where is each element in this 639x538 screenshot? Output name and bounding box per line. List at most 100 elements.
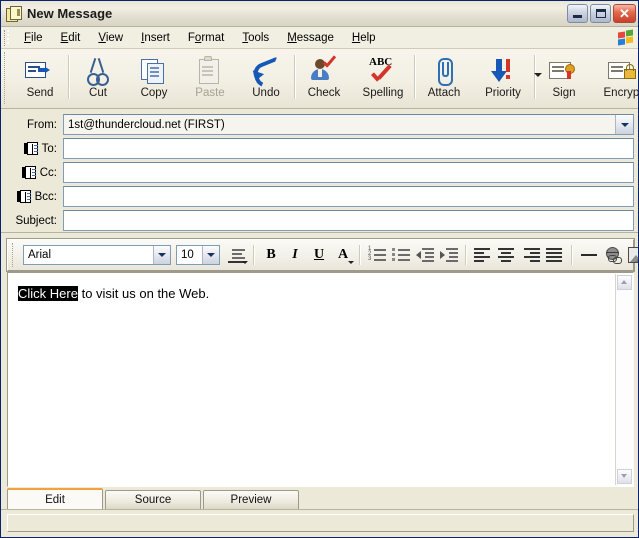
- undo-icon: [249, 56, 287, 91]
- bold-button[interactable]: B: [259, 243, 283, 267]
- title-bar: New Message ✕: [1, 1, 638, 27]
- maximize-button[interactable]: [590, 4, 611, 23]
- cut-button[interactable]: Cut: [70, 51, 126, 105]
- menu-edit[interactable]: Edit: [52, 29, 90, 47]
- undo-button[interactable]: Undo: [238, 51, 294, 105]
- format-separator: [359, 245, 361, 265]
- decrease-indent-icon: [416, 247, 434, 263]
- encrypt-button-label: Encrypt: [603, 87, 639, 99]
- horizontal-rule-button[interactable]: [577, 243, 601, 267]
- menu-message[interactable]: Message: [278, 29, 343, 47]
- selected-text[interactable]: Click Here: [18, 286, 78, 301]
- encrypt-button[interactable]: Encrypt: [592, 51, 639, 105]
- font-family-dropdown-arrow-icon[interactable]: [153, 246, 170, 264]
- decrease-indent-button[interactable]: [413, 243, 437, 267]
- priority-icon: [487, 56, 519, 86]
- cc-field[interactable]: [63, 162, 634, 183]
- cc-label-text: Cc:: [39, 166, 57, 179]
- main-toolbar: Send Cut Copy Paste Undo Check ABC Spell…: [1, 49, 639, 109]
- scroll-up-arrow-icon[interactable]: [617, 275, 632, 290]
- from-dropdown-arrow-icon[interactable]: [615, 115, 633, 134]
- copy-button[interactable]: Copy: [126, 51, 182, 105]
- menu-tools[interactable]: Tools: [233, 29, 278, 47]
- font-color-button[interactable]: A: [331, 243, 355, 267]
- menu-file[interactable]: File: [15, 29, 52, 47]
- attach-button[interactable]: Attach: [416, 51, 472, 105]
- format-separator: [253, 245, 255, 265]
- bulleted-list-icon: [392, 247, 410, 263]
- cc-row: Cc:: [7, 161, 634, 184]
- attach-button-label: Attach: [427, 87, 461, 99]
- paste-button: Paste: [182, 51, 238, 105]
- scroll-down-arrow-icon[interactable]: [617, 469, 632, 484]
- copy-icon: [138, 56, 170, 86]
- align-left-button[interactable]: [471, 243, 495, 267]
- send-button-label: Send: [26, 87, 54, 99]
- align-left-icon: [474, 247, 492, 263]
- font-size-combo[interactable]: 10: [176, 245, 220, 265]
- insert-image-button[interactable]: [625, 243, 638, 267]
- font-family-value: Arial: [28, 249, 52, 261]
- spelling-button[interactable]: ABC Spelling: [352, 51, 414, 105]
- tab-source[interactable]: Source: [105, 490, 201, 509]
- copy-button-label: Copy: [140, 87, 168, 99]
- sign-button[interactable]: Sign: [536, 51, 592, 105]
- italic-button[interactable]: I: [283, 243, 307, 267]
- tab-edit[interactable]: Edit: [7, 488, 103, 509]
- bulleted-list-button[interactable]: [389, 243, 413, 267]
- align-center-button[interactable]: [495, 243, 519, 267]
- increase-indent-button[interactable]: [437, 243, 461, 267]
- align-right-button[interactable]: [519, 243, 543, 267]
- bcc-field[interactable]: [63, 186, 634, 207]
- menu-format[interactable]: Format: [179, 29, 233, 47]
- message-body-editor[interactable]: Click Here to visit us on the Web.: [7, 272, 634, 487]
- font-color-dropdown-arrow-icon[interactable]: [348, 261, 354, 264]
- send-button[interactable]: Send: [12, 51, 68, 105]
- paragraph-style-dropdown-arrow-icon[interactable]: [242, 261, 248, 264]
- paragraph-style-button[interactable]: [225, 243, 249, 267]
- menu-insert[interactable]: Insert: [132, 29, 179, 47]
- justify-button[interactable]: [543, 243, 567, 267]
- check-button-label: Check: [307, 87, 341, 99]
- minimize-button[interactable]: [567, 4, 588, 23]
- numbered-list-icon: 123: [368, 246, 386, 263]
- from-row: From: 1st@thundercloud.net (FIRST): [7, 113, 634, 136]
- check-names-icon: [308, 56, 340, 86]
- tab-preview[interactable]: Preview: [203, 490, 299, 509]
- horizontal-rule-icon: [581, 254, 597, 256]
- address-book-icon[interactable]: [23, 142, 38, 155]
- cut-button-label: Cut: [89, 87, 107, 99]
- bcc-label-text: Bcc:: [34, 190, 57, 203]
- subject-field[interactable]: [63, 210, 634, 231]
- subject-row: Subject:: [7, 209, 634, 232]
- to-field[interactable]: [63, 138, 634, 159]
- format-toolbar-gripper[interactable]: [12, 243, 19, 267]
- menu-view[interactable]: View: [89, 29, 132, 47]
- formatting-toolbar: Arial 10 B I U A 123: [6, 238, 638, 272]
- menu-bar-gripper[interactable]: [4, 29, 12, 46]
- insert-link-button[interactable]: [601, 243, 625, 267]
- close-button[interactable]: ✕: [613, 4, 636, 23]
- font-size-dropdown-arrow-icon[interactable]: [202, 246, 219, 264]
- font-family-combo[interactable]: Arial: [23, 245, 171, 265]
- priority-button[interactable]: Priority: [472, 51, 542, 105]
- underline-button[interactable]: U: [307, 243, 331, 267]
- body-vertical-scrollbar[interactable]: [615, 274, 632, 485]
- bcc-row: Bcc:: [7, 185, 634, 208]
- numbered-list-button[interactable]: 123: [365, 243, 389, 267]
- encrypt-icon: [607, 56, 638, 86]
- window-controls: ✕: [565, 4, 636, 23]
- format-separator: [465, 245, 467, 265]
- check-names-button[interactable]: Check: [296, 51, 352, 105]
- menu-help[interactable]: Help: [343, 29, 385, 47]
- font-size-value: 10: [181, 249, 194, 261]
- editor-view-tabs: Edit Source Preview: [7, 488, 634, 509]
- paste-button-label: Paste: [195, 87, 225, 99]
- address-book-icon[interactable]: [16, 190, 31, 203]
- toolbar-gripper[interactable]: [4, 52, 12, 104]
- address-book-icon[interactable]: [21, 166, 36, 179]
- to-row: To:: [7, 137, 634, 160]
- from-field[interactable]: 1st@thundercloud.net (FIRST): [63, 114, 634, 135]
- status-panel: [7, 514, 634, 532]
- status-bar: [1, 509, 638, 537]
